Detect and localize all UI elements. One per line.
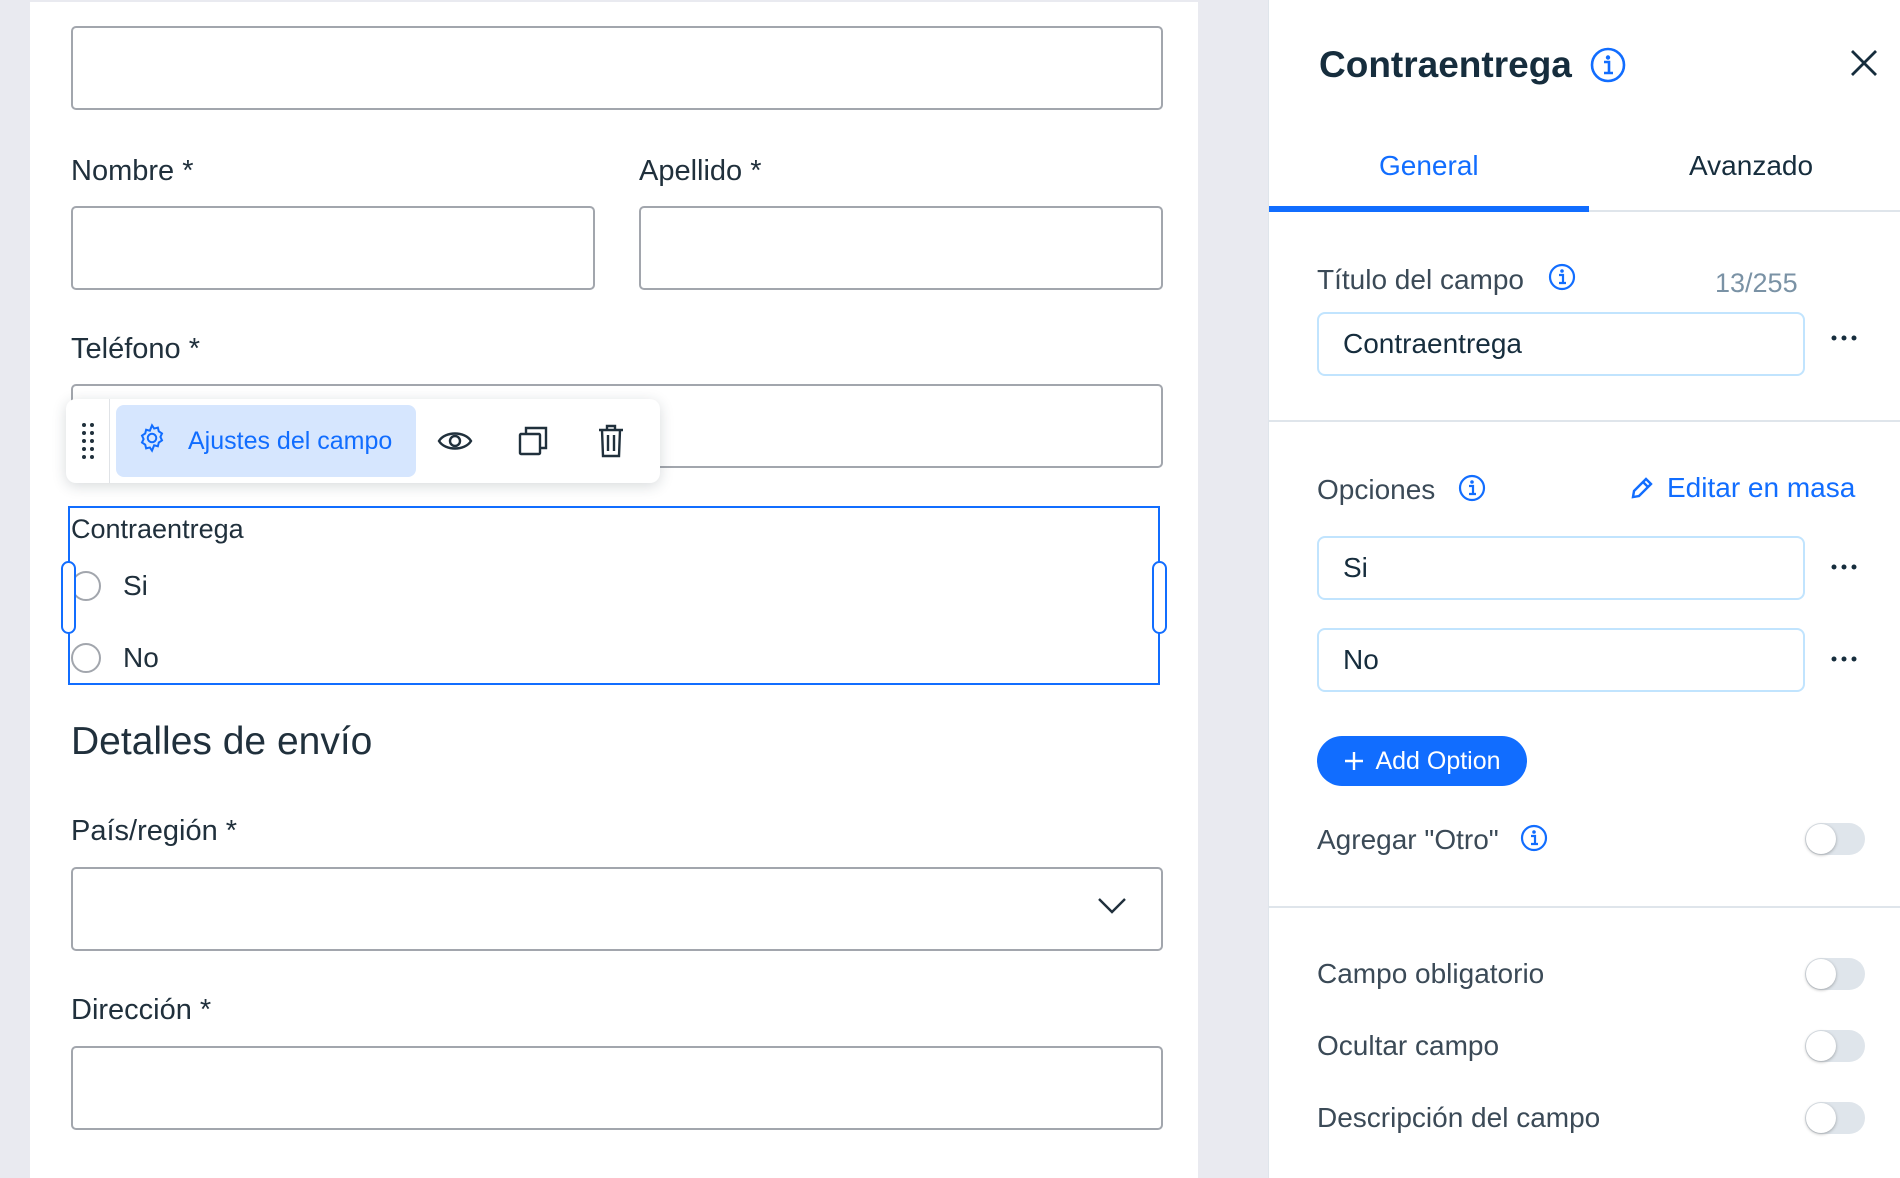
field-title-label: Título del campo <box>1317 264 1524 295</box>
first-name-label: Nombre * <box>71 155 194 187</box>
divider <box>1269 906 1900 908</box>
field-settings-panel: Contraentrega General Avanzado Título de… <box>1268 0 1900 1178</box>
options-label: Opciones <box>1317 474 1436 505</box>
info-icon[interactable] <box>1547 262 1577 292</box>
divider <box>1269 420 1900 422</box>
field-settings-label: Ajustes del campo <box>188 426 393 455</box>
info-icon[interactable] <box>1589 46 1627 84</box>
country-label: País/región * <box>71 815 238 847</box>
option-input[interactable]: Si <box>1317 536 1805 600</box>
panel-tabs: General Avanzado <box>1269 140 1900 212</box>
field-title-input[interactable]: Contraentrega <box>1317 312 1805 376</box>
top-input-field[interactable] <box>71 26 1163 110</box>
panel-title: Contraentrega <box>1319 44 1572 85</box>
gear-icon <box>136 422 168 461</box>
resize-handle-right[interactable] <box>1152 561 1167 634</box>
tab-advanced[interactable]: Avanzado <box>1689 150 1813 182</box>
section-title: Detalles de envío <box>71 720 373 763</box>
radio-option[interactable]: Si <box>71 570 148 602</box>
add-other-label: Agregar "Otro" <box>1317 824 1499 855</box>
add-option-label: Add Option <box>1375 746 1501 775</box>
chevron-down-icon <box>1098 898 1126 914</box>
bulk-edit-label: Editar en masa <box>1667 472 1856 503</box>
plus-icon <box>1345 752 1364 770</box>
info-icon[interactable] <box>1457 473 1487 503</box>
resize-handle-left[interactable] <box>61 561 76 634</box>
last-name-label: Apellido * <box>639 155 762 187</box>
option-input[interactable]: No <box>1317 628 1805 692</box>
radio-option[interactable]: No <box>71 642 159 674</box>
more-icon[interactable] <box>1829 333 1859 343</box>
hide-field-toggle[interactable] <box>1805 1030 1865 1062</box>
trash-icon[interactable] <box>572 405 650 477</box>
close-icon[interactable] <box>1849 48 1879 78</box>
character-counter: 13/255 <box>1715 268 1798 298</box>
selected-radio-field[interactable]: Contraentrega Si No <box>61 506 1167 685</box>
form-canvas: Nombre * Apellido * Teléfono * Ajustes d… <box>30 0 1198 1178</box>
last-name-input[interactable] <box>639 206 1163 290</box>
pencil-icon <box>1631 477 1653 499</box>
radio-option-label: No <box>123 642 159 673</box>
field-description-toggle[interactable] <box>1805 1102 1865 1134</box>
required-field-label: Campo obligatorio <box>1317 958 1545 989</box>
bulk-edit-button[interactable]: Editar en masa <box>1629 472 1855 504</box>
add-other-toggle[interactable] <box>1805 823 1865 855</box>
more-icon[interactable] <box>1829 562 1859 572</box>
eye-icon[interactable] <box>416 405 494 477</box>
address-label: Dirección * <box>71 994 212 1026</box>
info-icon[interactable] <box>1519 823 1549 853</box>
duplicate-icon[interactable] <box>494 405 572 477</box>
field-toolbar: Ajustes del campo <box>66 399 660 483</box>
radio-field-title: Contraentrega <box>71 514 244 544</box>
field-description-label: Descripción del campo <box>1317 1102 1601 1133</box>
radio-option-label: Si <box>123 570 148 601</box>
country-select[interactable] <box>71 867 1163 951</box>
address-input[interactable] <box>71 1046 1163 1130</box>
tab-general[interactable]: General <box>1379 150 1479 182</box>
hide-field-label: Ocultar campo <box>1317 1030 1500 1061</box>
field-settings-button[interactable]: Ajustes del campo <box>116 405 416 477</box>
phone-label: Teléfono * <box>71 333 200 365</box>
drag-handle-icon[interactable] <box>66 399 110 483</box>
first-name-input[interactable] <box>71 206 595 290</box>
add-option-button[interactable]: Add Option <box>1317 736 1527 786</box>
active-tab-indicator <box>1269 206 1589 212</box>
required-field-toggle[interactable] <box>1805 958 1865 990</box>
more-icon[interactable] <box>1829 654 1859 664</box>
radio-button[interactable] <box>71 643 101 673</box>
